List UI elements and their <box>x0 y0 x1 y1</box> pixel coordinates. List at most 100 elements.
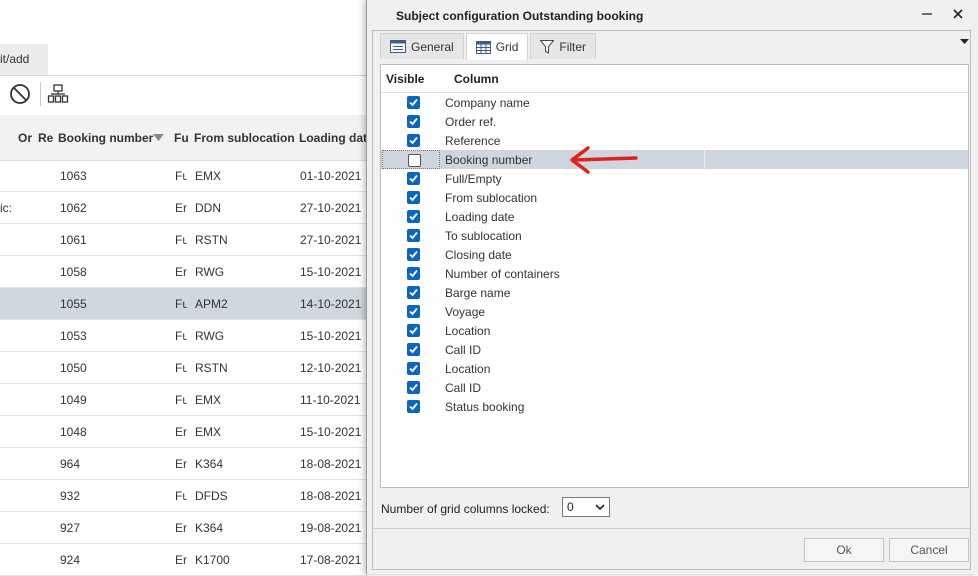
minimize-icon[interactable] <box>920 7 934 21</box>
visible-cell[interactable] <box>382 397 440 416</box>
checkmark-icon <box>409 231 418 240</box>
list-item[interactable]: Company name <box>381 93 968 112</box>
divider <box>704 150 705 169</box>
visible-checkbox[interactable] <box>407 172 420 185</box>
tab-general-label: General <box>411 39 454 54</box>
list-item[interactable]: Status booking <box>381 397 968 416</box>
list-item[interactable]: Booking number <box>381 150 968 169</box>
visible-cell[interactable] <box>382 226 440 245</box>
table-row[interactable]: 1049 Fu EMX 11-10-2021 <box>0 384 368 416</box>
visible-checkbox[interactable] <box>407 362 420 375</box>
visible-header[interactable]: Visible <box>386 72 424 86</box>
cell-loading-date: 11-10-2021 <box>300 393 361 407</box>
cancel-button[interactable]: Cancel <box>889 538 969 562</box>
hierarchy-icon[interactable] <box>44 80 72 108</box>
visible-checkbox[interactable] <box>408 154 421 167</box>
list-item[interactable]: Order ref. <box>381 112 968 131</box>
header-re[interactable]: Re <box>38 131 53 145</box>
table-row[interactable]: 924 Er K1700 17-08-2021 <box>0 544 368 576</box>
tabs-overflow-icon[interactable] <box>960 37 969 45</box>
table-row[interactable]: ic: 1062 Er DDN 27-10-2021 <box>0 192 368 224</box>
column-label: Location <box>445 362 491 376</box>
close-icon[interactable] <box>951 7 965 21</box>
locked-columns-select[interactable]: 0 <box>562 497 610 517</box>
checkmark-icon <box>409 383 418 392</box>
block-icon[interactable] <box>6 80 34 108</box>
grid-icon <box>475 40 491 54</box>
visible-checkbox[interactable] <box>407 248 420 261</box>
visible-checkbox[interactable] <box>407 96 420 109</box>
visible-cell[interactable] <box>382 283 440 302</box>
checkmark-icon <box>409 402 418 411</box>
header-booking-number[interactable]: Booking number <box>58 131 153 145</box>
visible-cell[interactable] <box>382 378 440 397</box>
checkmark-icon <box>409 307 418 316</box>
table-row[interactable]: 1055 Fu APM2 14-10-2021 <box>0 288 368 320</box>
header-or[interactable]: Or <box>18 131 32 145</box>
visible-cell[interactable] <box>382 302 440 321</box>
visible-cell[interactable] <box>382 264 440 283</box>
visible-cell[interactable] <box>382 245 440 264</box>
columns-grid: Visible Column Company name Order ref. Ref… <box>380 64 969 488</box>
visible-cell[interactable] <box>382 321 440 340</box>
table-row[interactable]: 1058 Er RWG 15-10-2021 <box>0 256 368 288</box>
header-from-sublocation[interactable]: From sublocation <box>194 131 295 145</box>
visible-cell[interactable] <box>382 188 440 207</box>
list-item[interactable]: Closing date <box>381 245 968 264</box>
visible-cell[interactable] <box>382 207 440 226</box>
visible-checkbox[interactable] <box>407 324 420 337</box>
list-item[interactable]: To sublocation <box>381 226 968 245</box>
sort-desc-icon[interactable] <box>153 134 164 142</box>
table-row[interactable]: 927 Er K364 19-08-2021 <box>0 512 368 544</box>
list-item[interactable]: Voyage <box>381 302 968 321</box>
table-row[interactable]: 1050 Fu RSTN 12-10-2021 <box>0 352 368 384</box>
list-item[interactable]: From sublocation <box>381 188 968 207</box>
header-fu[interactable]: Fu <box>174 131 189 145</box>
visible-cell[interactable] <box>382 169 440 188</box>
visible-cell[interactable] <box>382 93 440 112</box>
table-row[interactable]: 1048 Er EMX 15-10-2021 <box>0 416 368 448</box>
visible-checkbox[interactable] <box>407 229 420 242</box>
background-tab[interactable]: it/add <box>0 44 48 76</box>
table-row[interactable]: 1061 Fu RSTN 27-10-2021 <box>0 224 368 256</box>
visible-cell[interactable] <box>382 340 440 359</box>
visible-cell[interactable] <box>382 150 440 169</box>
table-row[interactable]: 1063 Fu EMX 01-10-2021 <box>0 160 368 192</box>
list-item[interactable]: Number of containers <box>381 264 968 283</box>
visible-cell[interactable] <box>382 131 440 150</box>
cell-prefix: ic: <box>0 201 12 215</box>
list-item[interactable]: Loading date <box>381 207 968 226</box>
list-item[interactable]: Location <box>381 359 968 378</box>
table-row[interactable]: 964 Er K364 18-08-2021 <box>0 448 368 480</box>
visible-checkbox[interactable] <box>407 343 420 356</box>
visible-checkbox[interactable] <box>407 305 420 318</box>
visible-checkbox[interactable] <box>407 191 420 204</box>
table-row[interactable]: 932 Fu DFDS 18-08-2021 <box>0 480 368 512</box>
column-label: Order ref. <box>445 115 497 129</box>
list-item[interactable]: Location <box>381 321 968 340</box>
list-item[interactable]: Full/Empty <box>381 169 968 188</box>
list-item[interactable]: Barge name <box>381 283 968 302</box>
visible-checkbox[interactable] <box>407 400 420 413</box>
tab-filter[interactable]: Filter <box>530 33 597 59</box>
visible-checkbox[interactable] <box>407 381 420 394</box>
visible-checkbox[interactable] <box>407 286 420 299</box>
table-row[interactable]: 1053 Fu RWG 15-10-2021 <box>0 320 368 352</box>
ok-button[interactable]: Ok <box>804 538 884 562</box>
list-item[interactable]: Call ID <box>381 378 968 397</box>
cell-booking-number: 927 <box>60 521 81 535</box>
visible-cell[interactable] <box>382 359 440 378</box>
column-header[interactable]: Column <box>454 72 499 86</box>
visible-cell[interactable] <box>382 112 440 131</box>
visible-checkbox[interactable] <box>407 210 420 223</box>
list-item[interactable]: Call ID <box>381 340 968 359</box>
visible-checkbox[interactable] <box>407 115 420 128</box>
cell-from-sublocation: K1700 <box>195 553 230 567</box>
tab-general[interactable]: General <box>380 33 464 59</box>
visible-checkbox[interactable] <box>407 267 420 280</box>
tab-grid[interactable]: Grid <box>465 33 529 60</box>
locked-columns-label: Number of grid columns locked: <box>381 502 550 516</box>
visible-checkbox[interactable] <box>407 134 420 147</box>
header-loading-date[interactable]: Loading dat <box>299 131 367 145</box>
list-item[interactable]: Reference <box>381 131 968 150</box>
